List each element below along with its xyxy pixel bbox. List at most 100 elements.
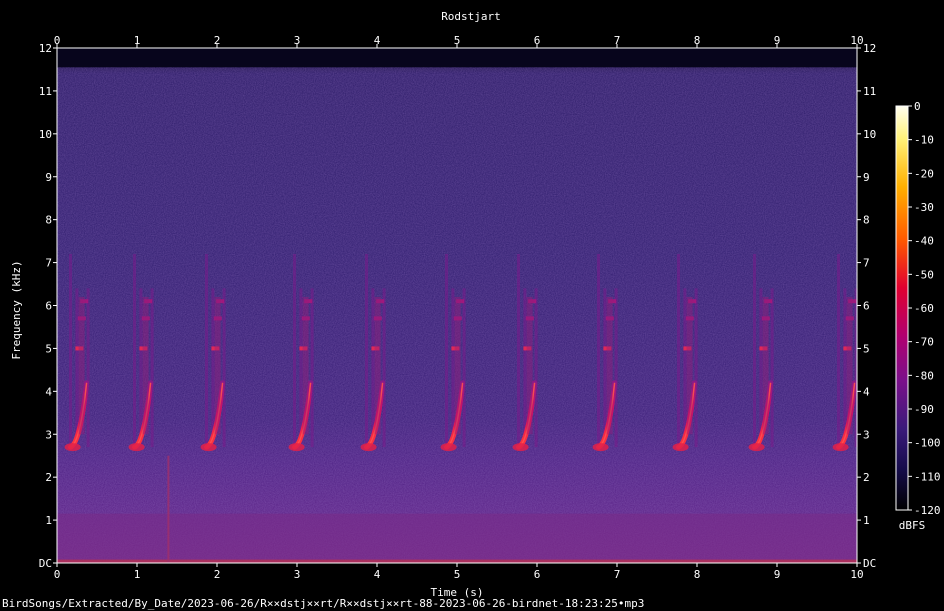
x-tick-label-top: 5 (454, 34, 461, 47)
y-tick-label: 5 (45, 342, 52, 355)
colorbar-tick-label: -30 (914, 201, 934, 214)
harmonic-column (686, 296, 693, 435)
y-tick-label-right: 4 (863, 385, 870, 398)
x-tick-label: 3 (294, 568, 301, 581)
harmonic-column (302, 296, 309, 435)
broadband-streak (382, 288, 386, 448)
plot-area (57, 48, 858, 563)
broadband-streak (517, 254, 520, 448)
y-tick-label-right: 5 (863, 342, 870, 355)
y-tick-label: DC (39, 557, 52, 570)
colorbar-tick-label: -70 (914, 336, 934, 349)
broadband-streak (759, 288, 763, 448)
harmonic-column (526, 296, 533, 435)
y-tick-label: 2 (45, 471, 52, 484)
x-tick-label-top: 9 (774, 34, 781, 47)
sweep-base (64, 443, 81, 452)
y-tick-label: 6 (45, 300, 52, 313)
y-tick-label-right: DC (863, 557, 876, 570)
sweep-base (200, 443, 217, 452)
colorbar: 0 -10 -20 -30 -40 -50 -60 -70 -80 -90 -100 -110 -120 (895, 100, 941, 517)
broadband-streak (310, 288, 314, 448)
y-tick-label: 3 (45, 428, 52, 441)
harmonic-column (78, 296, 85, 435)
broadband-streak (614, 288, 618, 448)
broadband-streak (150, 288, 154, 448)
y-tick-label: 10 (39, 128, 52, 141)
broadband-streak (677, 254, 680, 448)
broadband-streak (694, 288, 698, 448)
colorbar-tick-label: -20 (914, 167, 934, 180)
colorbar-tick-label: -100 (914, 437, 941, 450)
broadband-streak (365, 254, 368, 448)
click-artifact (167, 455, 170, 563)
broadband-streak (523, 288, 527, 448)
y-tick-label: 12 (39, 42, 52, 55)
harmonic-column (142, 296, 149, 435)
x-tick-label: 1 (134, 568, 141, 581)
sweep-base (360, 443, 377, 452)
sweep-base (512, 443, 529, 452)
harmonic-column (214, 296, 221, 435)
x-tick-label: 4 (374, 568, 381, 581)
sweep-base (440, 443, 457, 452)
broadband-streak (534, 288, 538, 448)
colorbar-tick-label: -90 (914, 403, 934, 416)
y-axis-label: Frequency (kHz) (10, 260, 23, 359)
x-tick-label: 9 (774, 568, 781, 581)
sweep-base (592, 443, 609, 452)
y-tick-label: 4 (45, 385, 52, 398)
y-tick-label: 8 (45, 214, 52, 227)
harmonic-column (762, 296, 769, 435)
harmonic-column (454, 296, 461, 435)
colorbar-tick-label: -50 (914, 268, 934, 281)
y-tick-label-right: 1 (863, 514, 870, 527)
y-tick-label: 1 (45, 514, 52, 527)
broadband-streak (133, 254, 136, 448)
x-tick-label: 8 (694, 568, 701, 581)
y-tick-label-right: 11 (863, 85, 876, 98)
colorbar-label: dBFS (899, 519, 926, 532)
broadband-streak (139, 288, 143, 448)
y-tick-label: 11 (39, 85, 52, 98)
y-tick-label-right: 7 (863, 257, 870, 270)
x-tick-label: 5 (454, 568, 461, 581)
colorbar-tick-label: 0 (914, 100, 921, 113)
colorbar-tick-label: -110 (914, 470, 941, 483)
y-tick-label: 9 (45, 171, 52, 184)
colorbar-tick-label: -120 (914, 504, 941, 517)
broadband-streak (843, 288, 847, 448)
x-tick-label-top: 3 (294, 34, 301, 47)
x-tick-label: 0 (54, 568, 61, 581)
x-tick-label-top: 7 (614, 34, 621, 47)
y-tick-label-right: 10 (863, 128, 876, 141)
x-tick-label: 10 (850, 568, 863, 581)
broadband-streak (753, 254, 756, 448)
y-tick-label-right: 8 (863, 214, 870, 227)
x-tick-label-top: 10 (850, 34, 863, 47)
sweep-base (128, 443, 145, 452)
broadband-streak (683, 288, 687, 448)
broadband-streak (445, 254, 448, 448)
colorbar-tick-label: -10 (914, 134, 934, 147)
broadband-streak (462, 288, 466, 448)
sweep-base (832, 443, 849, 452)
broadband-streak (205, 254, 208, 448)
broadband-streak (451, 288, 455, 448)
x-tick-label-top: 6 (534, 34, 541, 47)
colorbar-tick-label: -40 (914, 235, 934, 248)
y-tick-label-right: 12 (863, 42, 876, 55)
broadband-streak (597, 254, 600, 448)
x-tick-label-top: 2 (214, 34, 221, 47)
broadband-streak (75, 288, 79, 448)
broadband-streak (69, 254, 72, 448)
x-tick-label: 7 (614, 568, 621, 581)
broadband-streak (86, 288, 90, 448)
low-frequency-band (57, 513, 857, 563)
sweep-base (672, 443, 689, 452)
colorbar-gradient (895, 105, 909, 511)
broadband-streak (222, 288, 226, 448)
spectrogram-top-band (57, 48, 857, 68)
x-tick-label-top: 8 (694, 34, 701, 47)
broadband-streak (837, 254, 840, 448)
